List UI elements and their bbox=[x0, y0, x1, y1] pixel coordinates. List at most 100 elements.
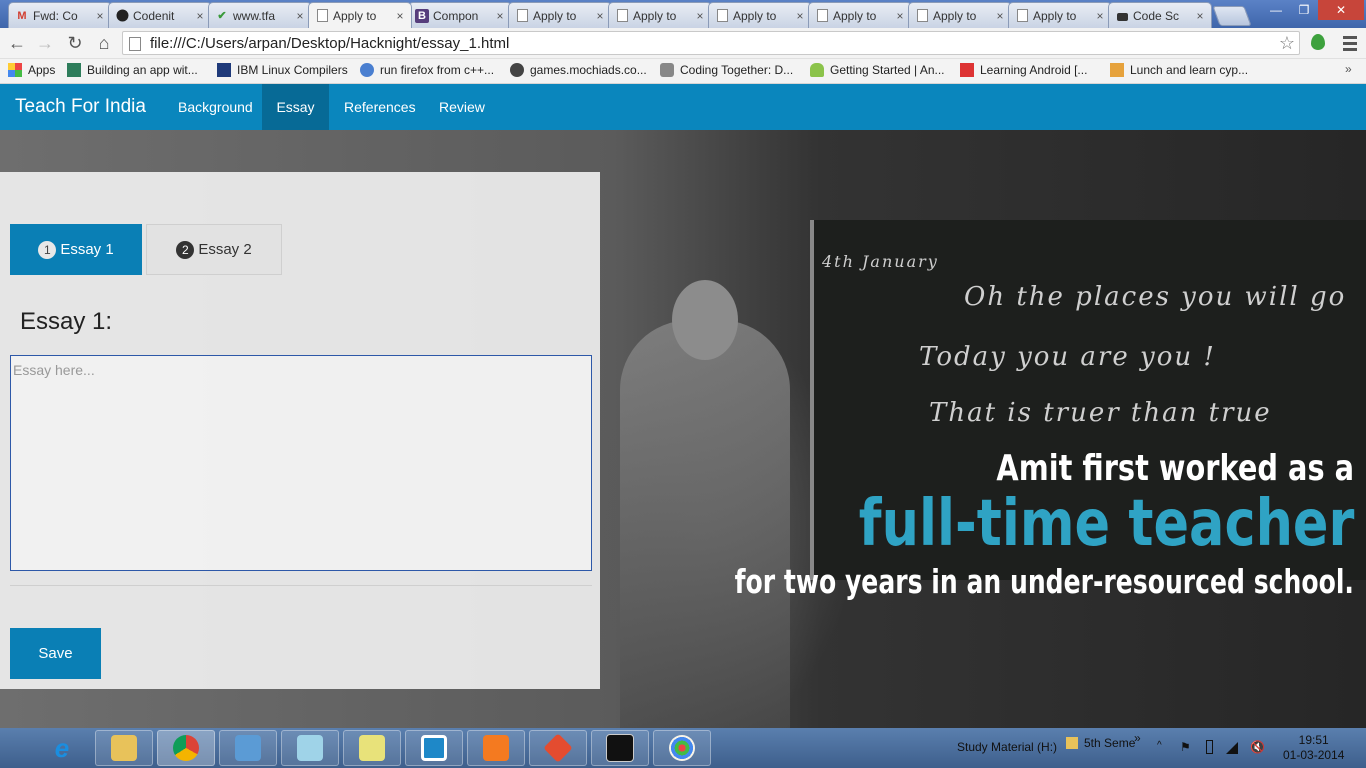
close-icon[interactable]: × bbox=[493, 9, 507, 23]
bookmark-label: Apps bbox=[28, 63, 56, 77]
nav-review[interactable]: Review bbox=[424, 84, 500, 130]
tab-label: Essay 2 bbox=[198, 241, 252, 258]
close-icon[interactable]: × bbox=[393, 9, 407, 23]
tab-number-badge: 1 bbox=[38, 240, 57, 259]
clock-date: 01-03-2014 bbox=[1283, 748, 1345, 762]
close-icon[interactable]: × bbox=[793, 9, 807, 23]
back-icon[interactable]: ← bbox=[6, 32, 28, 54]
tab-label: Essay 1 bbox=[60, 241, 114, 258]
close-icon[interactable]: × bbox=[593, 9, 607, 23]
save-button[interactable]: Save bbox=[10, 628, 101, 679]
flag-icon[interactable]: ⚑ bbox=[1180, 740, 1192, 754]
tab-label: Apply to bbox=[533, 8, 577, 23]
bookmark-star-icon[interactable]: ☆ bbox=[1279, 33, 1295, 54]
site-brand[interactable]: Teach For India bbox=[15, 96, 146, 118]
close-icon[interactable]: × bbox=[993, 9, 1007, 23]
browser-tab[interactable]: B Compon × bbox=[408, 2, 512, 28]
close-icon[interactable]: × bbox=[1193, 9, 1207, 23]
taskbar-app[interactable] bbox=[405, 730, 463, 766]
address-bar[interactable]: file:///C:/Users/arpan/Desktop/Hacknight… bbox=[122, 31, 1300, 55]
browser-tab[interactable]: Apply to × bbox=[908, 2, 1012, 28]
site-navbar: Teach For India Background Essay Referen… bbox=[0, 84, 1366, 130]
bookmark-icon bbox=[360, 63, 374, 77]
signal-icon[interactable] bbox=[1226, 742, 1238, 754]
browser-tab-active[interactable]: Apply to × bbox=[308, 2, 412, 28]
window-controls: — ❐ ✕ bbox=[1262, 0, 1364, 20]
bookmark-item[interactable]: Lunch and learn cyp... bbox=[1110, 63, 1248, 77]
bookmark-item[interactable]: Getting Started | An... bbox=[810, 63, 945, 77]
bookmark-icon bbox=[67, 63, 81, 77]
tray-folder-label[interactable]: 5th Seme bbox=[1084, 736, 1135, 750]
tray-drive-label[interactable]: Study Material (H:) bbox=[957, 740, 1057, 754]
tab-essay-2[interactable]: 2 Essay 2 bbox=[146, 224, 282, 275]
chalk-date: 4th January bbox=[822, 252, 939, 271]
taskbar-app[interactable] bbox=[467, 730, 525, 766]
sticky-notes-icon bbox=[359, 735, 385, 761]
taskbar-app[interactable] bbox=[591, 730, 649, 766]
browser-tab[interactable]: Apply to × bbox=[708, 2, 812, 28]
close-icon[interactable]: × bbox=[193, 9, 207, 23]
taskbar-app[interactable] bbox=[281, 730, 339, 766]
tab-essay-1[interactable]: 1 Essay 1 bbox=[10, 224, 142, 275]
bookmark-item[interactable]: Building an app wit... bbox=[67, 63, 198, 77]
nav-essay[interactable]: Essay bbox=[262, 84, 329, 130]
command-prompt-icon bbox=[606, 734, 634, 762]
bookmarks-more-icon[interactable]: » bbox=[1345, 62, 1352, 76]
browser-tab[interactable]: ✔ www.tfa × bbox=[208, 2, 312, 28]
reload-icon[interactable]: ↻ bbox=[64, 32, 86, 54]
chalk-line: Oh the places you will go bbox=[964, 282, 1347, 312]
bookmark-item[interactable]: run firefox from c++... bbox=[360, 63, 494, 77]
close-window-button[interactable]: ✕ bbox=[1318, 0, 1364, 20]
taskbar-app[interactable] bbox=[529, 730, 587, 766]
tab-label: Apply to bbox=[1033, 8, 1077, 23]
close-icon[interactable]: × bbox=[1093, 9, 1107, 23]
chevron-up-icon[interactable]: ^ bbox=[1157, 740, 1169, 752]
close-icon[interactable]: × bbox=[893, 9, 907, 23]
bookmark-item[interactable]: Coding Together: D... bbox=[660, 63, 793, 77]
bookmark-label: Coding Together: D... bbox=[680, 63, 794, 77]
browser-tab[interactable]: Apply to × bbox=[808, 2, 912, 28]
mochi-icon bbox=[510, 63, 524, 77]
minimize-button[interactable]: — bbox=[1262, 0, 1290, 20]
taskbar-chrome[interactable] bbox=[157, 730, 215, 766]
menu-icon[interactable] bbox=[1343, 36, 1357, 54]
teacher-figure bbox=[620, 320, 790, 728]
browser-tab[interactable]: Codenit × bbox=[108, 2, 212, 28]
close-icon[interactable]: × bbox=[293, 9, 307, 23]
maximize-button[interactable]: ❐ bbox=[1290, 0, 1318, 20]
bookmark-item[interactable]: IBM Linux Compilers bbox=[217, 63, 348, 77]
taskbar-app[interactable] bbox=[343, 730, 401, 766]
speaker-muted-icon[interactable]: 🔇 bbox=[1250, 740, 1265, 754]
internet-explorer-icon[interactable]: e bbox=[44, 731, 80, 765]
bookmark-item[interactable]: games.mochiads.co... bbox=[510, 63, 647, 77]
browser-tab[interactable]: Apply to × bbox=[1008, 2, 1112, 28]
xampp-icon bbox=[483, 735, 509, 761]
taskbar-app[interactable] bbox=[653, 730, 711, 766]
browser-tab[interactable]: Apply to × bbox=[608, 2, 712, 28]
home-icon[interactable]: ⌂ bbox=[93, 32, 115, 54]
close-icon[interactable]: × bbox=[93, 9, 107, 23]
browser-tab[interactable]: M Fwd: Co × bbox=[8, 2, 112, 28]
extension-icon[interactable] bbox=[1311, 34, 1325, 50]
ibm-icon bbox=[217, 63, 231, 77]
battery-icon[interactable] bbox=[1206, 740, 1213, 754]
chalk-line: Today you are you ! bbox=[919, 342, 1216, 372]
taskbar-file-explorer[interactable] bbox=[95, 730, 153, 766]
essay-textarea[interactable] bbox=[10, 355, 592, 571]
bookmark-item[interactable]: Learning Android [... bbox=[960, 63, 1087, 77]
bookmark-apps[interactable]: Apps bbox=[8, 63, 55, 77]
url-text[interactable]: file:///C:/Users/arpan/Desktop/Hacknight… bbox=[150, 35, 509, 52]
forward-icon[interactable]: → bbox=[34, 32, 56, 54]
close-icon[interactable]: × bbox=[693, 9, 707, 23]
essay-heading: Essay 1: bbox=[20, 308, 113, 335]
taskbar-app[interactable] bbox=[219, 730, 277, 766]
browser-tab[interactable]: Code Sc × bbox=[1108, 2, 1212, 28]
clock[interactable]: 19:51 01-03-2014 bbox=[1283, 733, 1344, 763]
bookmark-icon bbox=[1110, 63, 1124, 77]
tray-more-icon[interactable]: » bbox=[1134, 731, 1141, 745]
divider bbox=[10, 585, 592, 586]
new-tab-button[interactable] bbox=[1212, 6, 1252, 26]
browser-tab[interactable]: Apply to × bbox=[508, 2, 612, 28]
nav-references[interactable]: References bbox=[329, 84, 431, 130]
nav-background[interactable]: Background bbox=[163, 84, 268, 130]
